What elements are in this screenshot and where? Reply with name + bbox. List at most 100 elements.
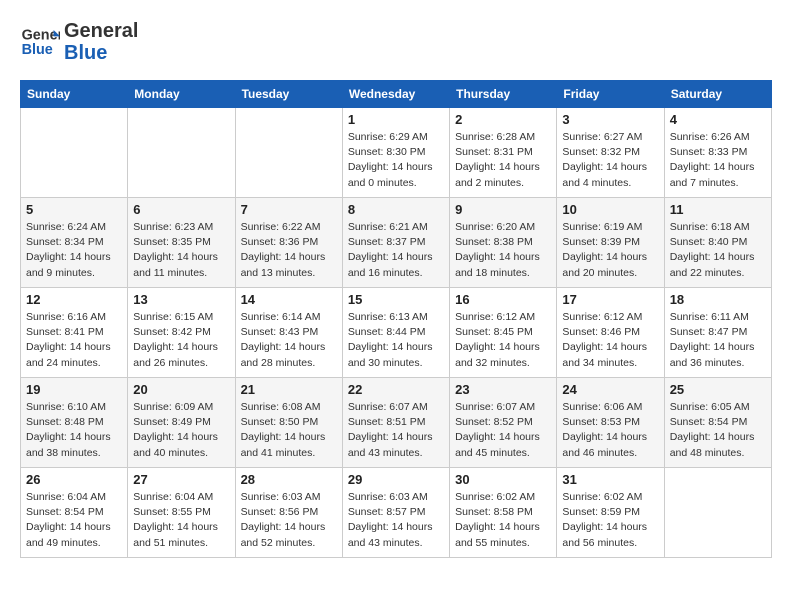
day-info: Sunrise: 6:27 AMSunset: 8:32 PMDaylight:… [562, 130, 658, 191]
day-number: 17 [562, 292, 658, 307]
calendar-cell: 16Sunrise: 6:12 AMSunset: 8:45 PMDayligh… [450, 288, 557, 378]
day-number: 29 [348, 472, 444, 487]
weekday-header-monday: Monday [128, 81, 235, 108]
weekday-header-saturday: Saturday [664, 81, 771, 108]
day-info: Sunrise: 6:29 AMSunset: 8:30 PMDaylight:… [348, 130, 444, 191]
day-number: 8 [348, 202, 444, 217]
day-number: 23 [455, 382, 551, 397]
day-info: Sunrise: 6:19 AMSunset: 8:39 PMDaylight:… [562, 220, 658, 281]
day-number: 31 [562, 472, 658, 487]
calendar-cell: 1 Sunrise: 6:29 AMSunset: 8:30 PMDaylight… [342, 108, 449, 198]
day-info: Sunrise: 6:10 AMSunset: 8:48 PMDaylight:… [26, 400, 122, 461]
day-info: Sunrise: 6:26 AMSunset: 8:33 PMDaylight:… [670, 130, 766, 191]
day-info: Sunrise: 6:20 AMSunset: 8:38 PMDaylight:… [455, 220, 551, 281]
day-info: Sunrise: 6:05 AMSunset: 8:54 PMDaylight:… [670, 400, 766, 461]
day-info: Sunrise: 6:14 AMSunset: 8:43 PMDaylight:… [241, 310, 337, 371]
day-info: Sunrise: 6:08 AMSunset: 8:50 PMDaylight:… [241, 400, 337, 461]
day-number: 20 [133, 382, 229, 397]
calendar-cell: 4 Sunrise: 6:26 AMSunset: 8:33 PMDaylight… [664, 108, 771, 198]
day-info: Sunrise: 6:02 AMSunset: 8:58 PMDaylight:… [455, 490, 551, 551]
calendar-cell: 28Sunrise: 6:03 AMSunset: 8:56 PMDayligh… [235, 468, 342, 558]
calendar-cell: 6 Sunrise: 6:23 AMSunset: 8:35 PMDaylight… [128, 198, 235, 288]
weekday-header-sunday: Sunday [21, 81, 128, 108]
day-info: Sunrise: 6:03 AMSunset: 8:57 PMDaylight:… [348, 490, 444, 551]
day-number: 6 [133, 202, 229, 217]
day-info: Sunrise: 6:28 AMSunset: 8:31 PMDaylight:… [455, 130, 551, 191]
day-number: 22 [348, 382, 444, 397]
calendar-cell [21, 108, 128, 198]
calendar-cell: 15 Sunrise: 6:13 AMSunset: 8:44 PMDayligh… [342, 288, 449, 378]
calendar-cell: 26 Sunrise: 6:04 AMSunset: 8:54 PMDayligh… [21, 468, 128, 558]
day-info: Sunrise: 6:23 AMSunset: 8:35 PMDaylight:… [133, 220, 229, 281]
calendar-cell: 17 Sunrise: 6:12 AMSunset: 8:46 PMDayligh… [557, 288, 664, 378]
calendar-cell: 31 Sunrise: 6:02 AMSunset: 8:59 PMDayligh… [557, 468, 664, 558]
day-number: 19 [26, 382, 122, 397]
day-info: Sunrise: 6:12 AMSunset: 8:46 PMDaylight:… [562, 310, 658, 371]
calendar-cell: 14 Sunrise: 6:14 AMSunset: 8:43 PMDayligh… [235, 288, 342, 378]
day-info: Sunrise: 6:09 AMSunset: 8:49 PMDaylight:… [133, 400, 229, 461]
weekday-header-wednesday: Wednesday [342, 81, 449, 108]
day-number: 10 [562, 202, 658, 217]
calendar-cell: 11 Sunrise: 6:18 AMSunset: 8:40 PMDayligh… [664, 198, 771, 288]
day-info: Sunrise: 6:15 AMSunset: 8:42 PMDaylight:… [133, 310, 229, 371]
calendar-cell [235, 108, 342, 198]
day-info: Sunrise: 6:13 AMSunset: 8:44 PMDaylight:… [348, 310, 444, 371]
day-info: Sunrise: 6:21 AMSunset: 8:37 PMDaylight:… [348, 220, 444, 281]
calendar-cell: 30 Sunrise: 6:02 AMSunset: 8:58 PMDayligh… [450, 468, 557, 558]
calendar-cell: 2 Sunrise: 6:28 AMSunset: 8:31 PMDaylight… [450, 108, 557, 198]
day-number: 25 [670, 382, 766, 397]
calendar-cell: 19 Sunrise: 6:10 AMSunset: 8:48 PMDayligh… [21, 378, 128, 468]
day-info: Sunrise: 6:16 AMSunset: 8:41 PMDaylight:… [26, 310, 122, 371]
day-info: Sunrise: 6:07 AMSunset: 8:52 PMDaylight:… [455, 400, 551, 461]
day-info: Sunrise: 6:24 AMSunset: 8:34 PMDaylight:… [26, 220, 122, 281]
calendar-cell: 25 Sunrise: 6:05 AMSunset: 8:54 PMDayligh… [664, 378, 771, 468]
day-number: 26 [26, 472, 122, 487]
day-number: 14 [241, 292, 337, 307]
day-number: 16 [455, 292, 551, 307]
calendar-cell: 9 Sunrise: 6:20 AMSunset: 8:38 PMDaylight… [450, 198, 557, 288]
calendar-cell [128, 108, 235, 198]
day-info: Sunrise: 6:07 AMSunset: 8:51 PMDaylight:… [348, 400, 444, 461]
day-number: 5 [26, 202, 122, 217]
day-number: 21 [241, 382, 337, 397]
calendar-cell: 18 Sunrise: 6:11 AMSunset: 8:47 PMDayligh… [664, 288, 771, 378]
logo: General Blue General Blue [20, 20, 138, 64]
calendar-cell: 3 Sunrise: 6:27 AMSunset: 8:32 PMDaylight… [557, 108, 664, 198]
weekday-header-friday: Friday [557, 81, 664, 108]
calendar-cell: 29 Sunrise: 6:03 AMSunset: 8:57 PMDayligh… [342, 468, 449, 558]
day-info: Sunrise: 6:11 AMSunset: 8:47 PMDaylight:… [670, 310, 766, 371]
day-info: Sunrise: 6:02 AMSunset: 8:59 PMDaylight:… [562, 490, 658, 551]
day-number: 30 [455, 472, 551, 487]
day-info: Sunrise: 6:22 AMSunset: 8:36 PMDaylight:… [241, 220, 337, 281]
calendar-cell: 24Sunrise: 6:06 AMSunset: 8:53 PMDayligh… [557, 378, 664, 468]
day-number: 9 [455, 202, 551, 217]
calendar-cell: 22 Sunrise: 6:07 AMSunset: 8:51 PMDayligh… [342, 378, 449, 468]
calendar-cell: 13 Sunrise: 6:15 AMSunset: 8:42 PMDayligh… [128, 288, 235, 378]
svg-text:Blue: Blue [22, 42, 53, 58]
calendar-cell: 20 Sunrise: 6:09 AMSunset: 8:49 PMDayligh… [128, 378, 235, 468]
day-info: Sunrise: 6:06 AMSunset: 8:53 PMDaylight:… [562, 400, 658, 461]
day-info: Sunrise: 6:18 AMSunset: 8:40 PMDaylight:… [670, 220, 766, 281]
day-number: 27 [133, 472, 229, 487]
calendar-cell: 23 Sunrise: 6:07 AMSunset: 8:52 PMDayligh… [450, 378, 557, 468]
day-number: 15 [348, 292, 444, 307]
page-header: General Blue General Blue [20, 20, 772, 64]
day-number: 18 [670, 292, 766, 307]
day-number: 3 [562, 112, 658, 127]
calendar-cell: 7Sunrise: 6:22 AMSunset: 8:36 PMDaylight… [235, 198, 342, 288]
day-number: 2 [455, 112, 551, 127]
calendar-cell: 10 Sunrise: 6:19 AMSunset: 8:39 PMDayligh… [557, 198, 664, 288]
day-number: 11 [670, 202, 766, 217]
weekday-header-thursday: Thursday [450, 81, 557, 108]
day-number: 28 [241, 472, 337, 487]
day-number: 4 [670, 112, 766, 127]
calendar-cell: 5 Sunrise: 6:24 AMSunset: 8:34 PMDaylight… [21, 198, 128, 288]
day-number: 12 [26, 292, 122, 307]
day-info: Sunrise: 6:04 AMSunset: 8:55 PMDaylight:… [133, 490, 229, 551]
day-info: Sunrise: 6:04 AMSunset: 8:54 PMDaylight:… [26, 490, 122, 551]
calendar-table: SundayMondayTuesdayWednesdayThursdayFrid… [20, 80, 772, 558]
day-number: 1 [348, 112, 444, 127]
calendar-cell: 21 Sunrise: 6:08 AMSunset: 8:50 PMDayligh… [235, 378, 342, 468]
calendar-cell: 27 Sunrise: 6:04 AMSunset: 8:55 PMDayligh… [128, 468, 235, 558]
day-number: 13 [133, 292, 229, 307]
